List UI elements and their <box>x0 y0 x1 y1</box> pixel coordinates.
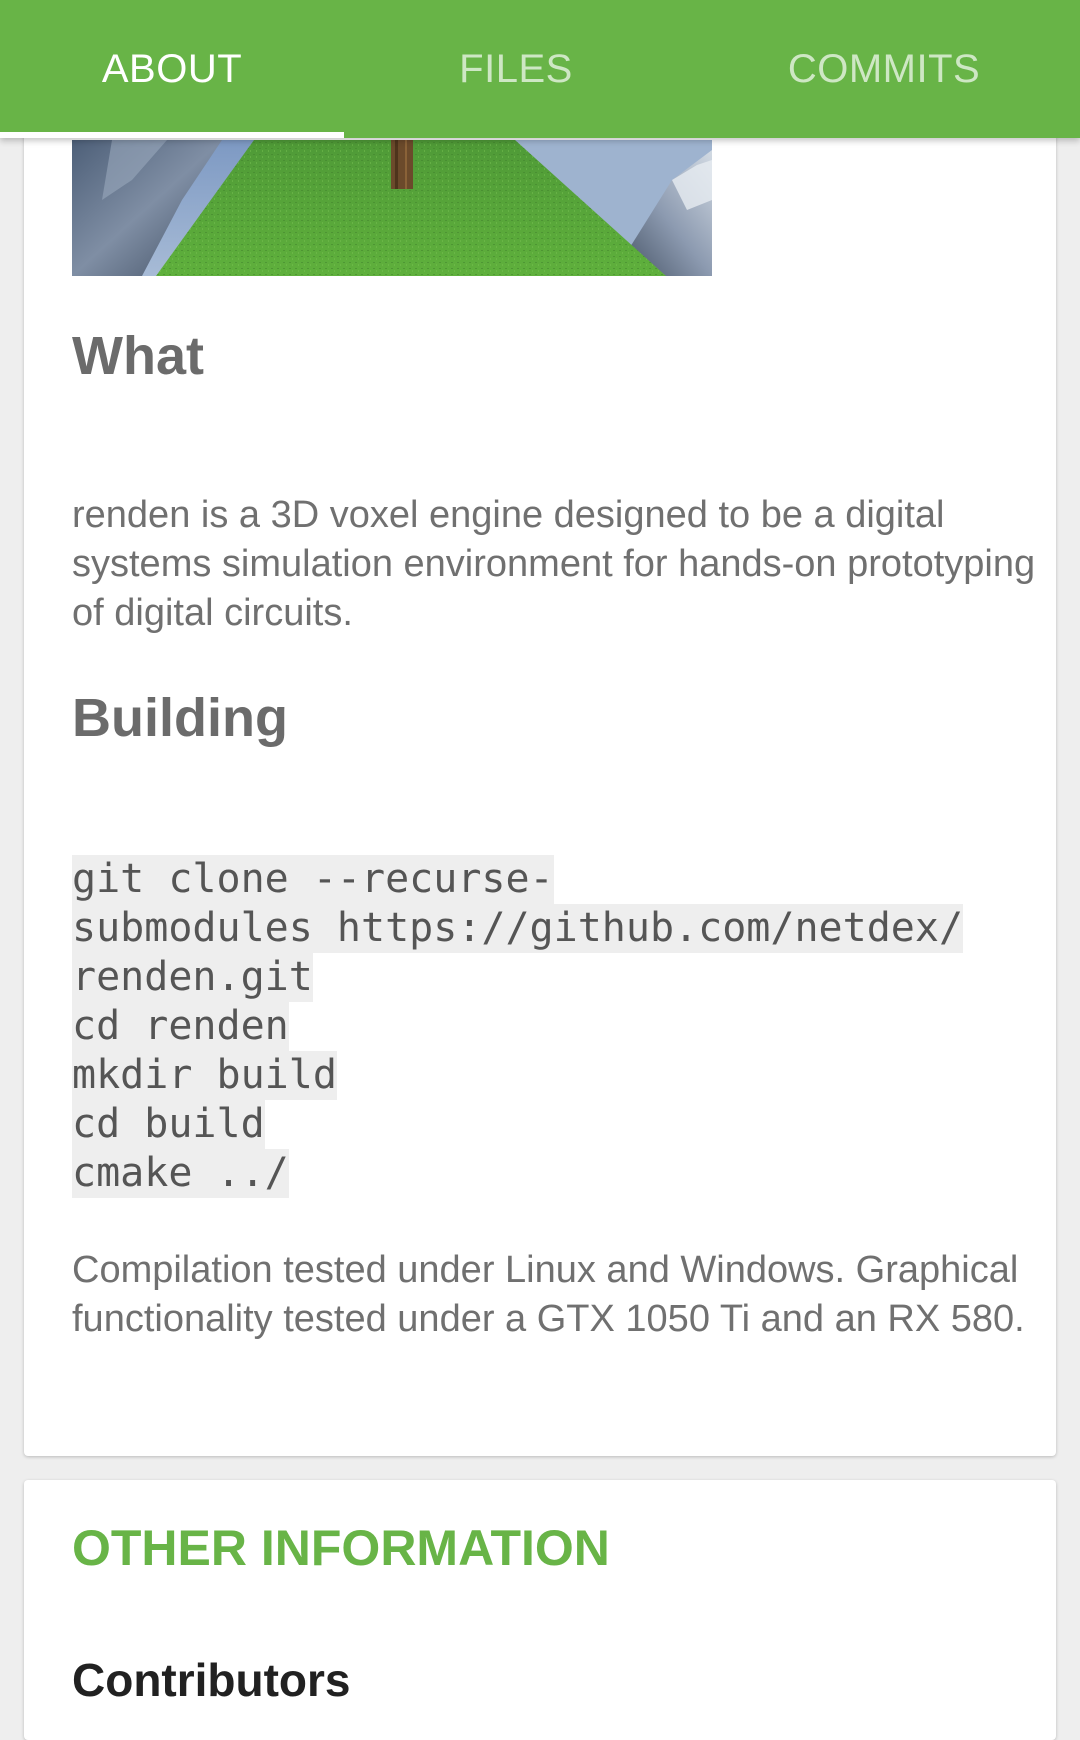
what-heading: What <box>72 326 204 386</box>
readme-card: What renden is a 3D voxel engine designe… <box>24 40 1056 1456</box>
code-line: mkdir build <box>72 1051 337 1100</box>
what-description: renden is a 3D voxel engine designed to … <box>72 494 1036 634</box>
code-line: cd build <box>72 1100 265 1149</box>
build-code-block: git clone --recurse- submodules https://… <box>72 855 1002 1198</box>
compilation-note: Compilation tested under Linux and Windo… <box>72 1249 1025 1340</box>
tab-bar: ABOUT FILES COMMITS <box>0 0 1080 138</box>
tab-about-label: ABOUT <box>101 46 243 91</box>
other-information-card: OTHER INFORMATION Contributors <box>24 1480 1056 1740</box>
code-line: cmake ../ <box>72 1149 289 1198</box>
code-line: cd renden <box>72 1002 289 1051</box>
contributors-heading: Contributors <box>72 1654 351 1706</box>
code-line: submodules https://github.com/netdex/ <box>72 904 964 953</box>
tab-commits[interactable]: COMMITS <box>688 0 1080 138</box>
tab-files-label: FILES <box>459 46 573 91</box>
tab-about[interactable]: ABOUT <box>0 0 344 138</box>
voxel-landscape-image <box>72 140 712 276</box>
active-tab-indicator <box>0 132 344 138</box>
code-line: renden.git <box>72 953 313 1002</box>
tab-commits-label: COMMITS <box>787 46 981 91</box>
other-information-title: OTHER INFORMATION <box>72 1520 610 1576</box>
code-line: git clone --recurse- <box>72 855 554 904</box>
building-heading: Building <box>72 688 288 748</box>
tab-files[interactable]: FILES <box>344 0 688 138</box>
voxel-landscape-graphic <box>72 140 712 276</box>
